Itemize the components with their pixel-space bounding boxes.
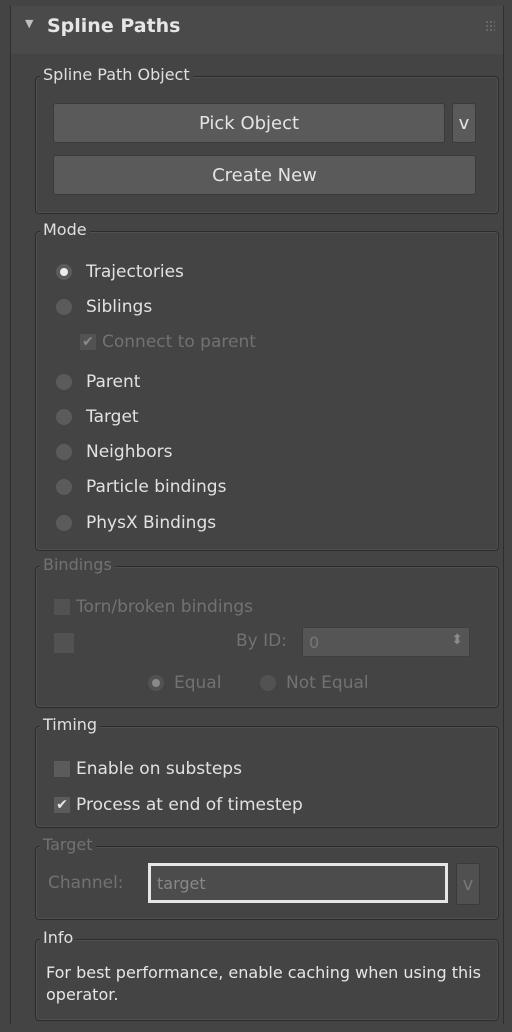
- channel-value: target: [157, 873, 206, 893]
- radio-label: Particle bindings: [86, 477, 227, 497]
- checkbox-label: Torn/broken bindings: [76, 597, 253, 617]
- checkbox-label: Process at end of timestep: [76, 795, 303, 815]
- radio-button-icon[interactable]: [56, 374, 72, 390]
- target-group: Target Channel: target v: [35, 835, 499, 920]
- process-at-end-checkbox[interactable]: ✔ Process at end of timestep: [54, 795, 303, 815]
- group-label-info: Info: [40, 928, 77, 948]
- radio-label: Target: [86, 407, 139, 427]
- radio-label: Siblings: [86, 297, 153, 317]
- enable-on-substeps-checkbox[interactable]: Enable on substeps: [54, 759, 242, 779]
- timing-group: Timing Enable on substeps ✔ Process at e…: [35, 715, 499, 828]
- checkbox-label: Connect to parent: [102, 332, 256, 352]
- radio-target[interactable]: Target: [56, 407, 139, 427]
- group-label-timing: Timing: [40, 715, 101, 735]
- radio-button-icon[interactable]: [56, 409, 72, 425]
- connect-to-parent-checkbox[interactable]: ✔ Connect to parent: [80, 332, 256, 352]
- radio-physx-bindings[interactable]: PhysX Bindings: [56, 513, 216, 533]
- spline-paths-panel: ▼ Spline Paths Spline Path Object Pick O…: [10, 6, 504, 1024]
- spline-path-object-group: Spline Path Object Pick Object v Create …: [35, 65, 499, 214]
- create-new-button[interactable]: Create New: [53, 155, 476, 195]
- checkbox-label: Enable on substeps: [76, 759, 242, 779]
- radio-label: PhysX Bindings: [86, 513, 217, 533]
- mode-group: Mode Trajectories Siblings ✔ Connect to …: [35, 220, 499, 551]
- pick-object-button[interactable]: Pick Object: [53, 103, 445, 143]
- radio-neighbors[interactable]: Neighbors: [56, 442, 173, 462]
- by-id-value: 0: [309, 632, 320, 652]
- info-group: Info For best performance, enable cachin…: [35, 928, 499, 1021]
- by-id-field[interactable]: 0 ⬍: [302, 627, 470, 657]
- radio-button-icon[interactable]: [260, 675, 276, 691]
- radio-button-icon[interactable]: [148, 675, 164, 691]
- by-id-checkbox[interactable]: [54, 633, 74, 653]
- group-label-mode: Mode: [40, 220, 90, 240]
- torn-broken-bindings-checkbox[interactable]: Torn/broken bindings: [54, 597, 253, 617]
- radio-equal[interactable]: Equal: [148, 673, 221, 693]
- channel-input[interactable]: target: [148, 863, 448, 903]
- radio-button-icon[interactable]: [56, 264, 72, 280]
- radio-particle-bindings[interactable]: Particle bindings: [56, 477, 226, 497]
- radio-button-icon[interactable]: [56, 299, 72, 315]
- group-label-target: Target: [40, 835, 96, 855]
- checkmark-icon[interactable]: ✔: [54, 797, 70, 813]
- radio-label: Neighbors: [86, 442, 173, 462]
- checkmark-icon[interactable]: ✔: [80, 334, 96, 350]
- info-text: For best performance, enable caching whe…: [46, 963, 481, 1004]
- bindings-group: Bindings Torn/broken bindings By ID: 0 ⬍…: [35, 555, 499, 708]
- radio-parent[interactable]: Parent: [56, 372, 140, 392]
- rollout-header[interactable]: ▼ Spline Paths: [11, 6, 503, 54]
- drag-grip-icon[interactable]: [485, 20, 495, 32]
- rollout-title: Spline Paths: [47, 15, 181, 37]
- collapse-arrow-icon[interactable]: ▼: [25, 17, 33, 30]
- pick-object-menu-button[interactable]: v: [452, 103, 476, 143]
- radio-label: Trajectories: [86, 262, 184, 282]
- radio-button-icon[interactable]: [56, 515, 72, 531]
- channel-label: Channel:: [48, 873, 124, 893]
- checkbox-box[interactable]: [54, 761, 70, 777]
- radio-siblings[interactable]: Siblings: [56, 297, 152, 317]
- radio-trajectories[interactable]: Trajectories: [56, 262, 184, 282]
- spinner-icon[interactable]: ⬍: [451, 632, 463, 648]
- radio-label: Equal: [174, 673, 222, 693]
- radio-label: Parent: [86, 372, 141, 392]
- radio-button-icon[interactable]: [56, 479, 72, 495]
- group-label-spline-path-object: Spline Path Object: [40, 65, 193, 85]
- radio-label: Not Equal: [286, 673, 369, 693]
- by-id-label: By ID:: [236, 631, 287, 651]
- channel-menu-button[interactable]: v: [456, 863, 480, 905]
- checkbox-box[interactable]: [54, 599, 70, 615]
- group-label-bindings: Bindings: [40, 555, 115, 575]
- radio-not-equal[interactable]: Not Equal: [260, 673, 369, 693]
- radio-button-icon[interactable]: [56, 444, 72, 460]
